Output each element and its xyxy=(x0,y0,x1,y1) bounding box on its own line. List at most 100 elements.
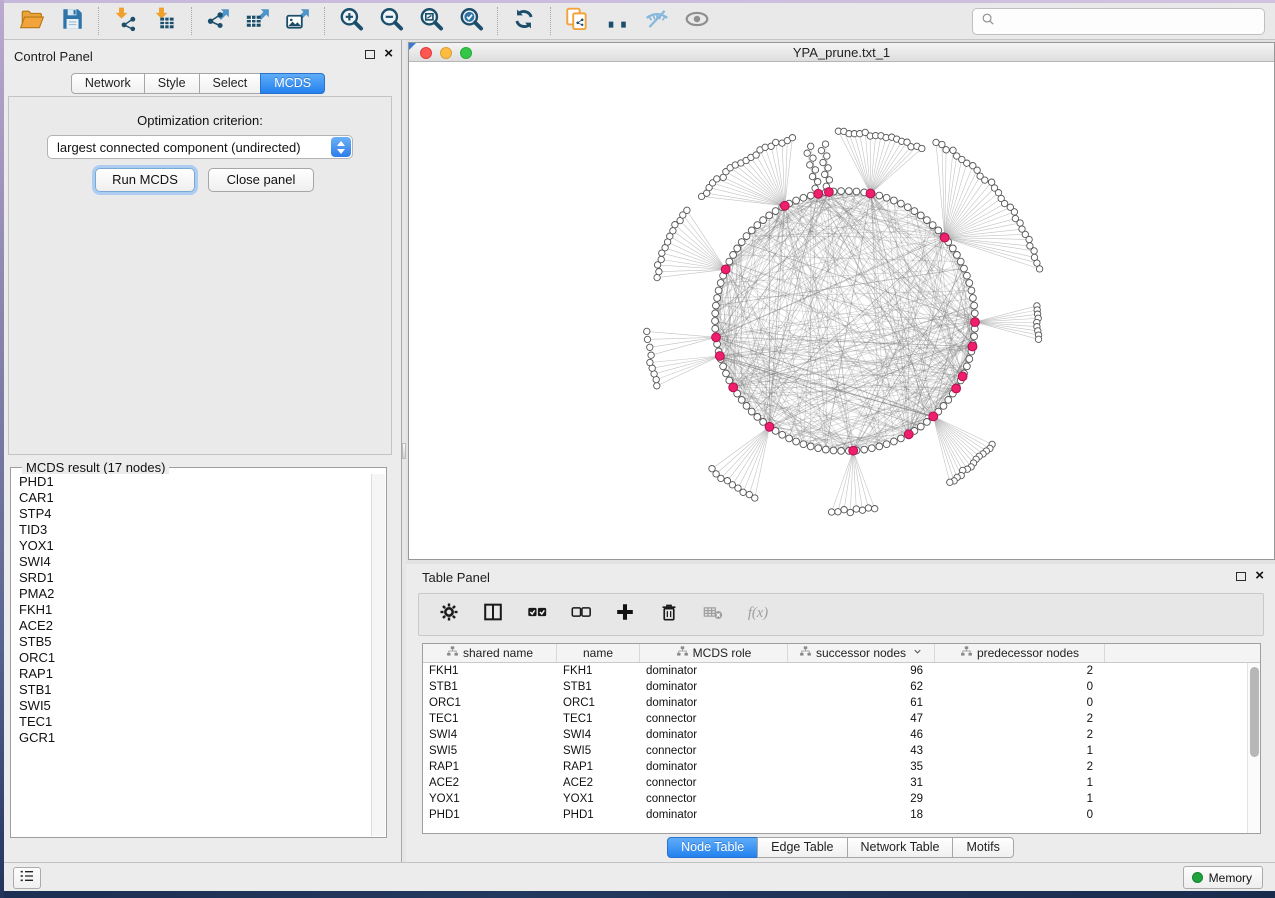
cell-MCDS-role[interactable]: dominator xyxy=(640,727,788,743)
open-button[interactable] xyxy=(15,6,49,36)
result-node-item[interactable]: TEC1 xyxy=(12,714,371,730)
cell-predecessor-nodes[interactable]: 0 xyxy=(935,679,1105,695)
optimization-criterion-select[interactable]: largest connected component (undirected) xyxy=(47,135,353,159)
cell-name[interactable]: FKH1 xyxy=(557,663,640,679)
cell-shared-name[interactable]: SWI5 xyxy=(423,743,557,759)
cell-MCDS-role[interactable]: connector xyxy=(640,743,788,759)
result-scrollbar[interactable] xyxy=(371,474,385,836)
zoom-out-button[interactable] xyxy=(374,6,408,36)
tab-network[interactable]: Network xyxy=(71,73,145,94)
close-icon[interactable]: × xyxy=(384,49,393,59)
cell-successor-nodes[interactable]: 31 xyxy=(788,775,935,791)
cell-name[interactable]: STB1 xyxy=(557,679,640,695)
close-icon[interactable]: × xyxy=(1255,571,1264,581)
close-panel-button[interactable]: Close panel xyxy=(208,168,314,192)
search-box[interactable] xyxy=(972,8,1265,35)
cell-name[interactable]: PHD1 xyxy=(557,807,640,823)
result-node-item[interactable]: FKH1 xyxy=(12,602,371,618)
table-row[interactable]: ORC1ORC1dominator610 xyxy=(423,695,1260,711)
table-row[interactable]: RAP1RAP1dominator352 xyxy=(423,759,1260,775)
result-node-item[interactable]: SWI5 xyxy=(12,698,371,714)
cell-successor-nodes[interactable]: 47 xyxy=(788,711,935,727)
columns-button[interactable] xyxy=(481,603,505,627)
network-window-titlebar[interactable]: YPA_prune.txt_1 xyxy=(409,43,1274,62)
export-image-button[interactable] xyxy=(281,6,315,36)
table-scrollbar[interactable] xyxy=(1247,663,1260,833)
cell-shared-name[interactable]: STB1 xyxy=(423,679,557,695)
table-row[interactable]: FKH1FKH1dominator962 xyxy=(423,663,1260,679)
table-row[interactable]: TEC1TEC1connector472 xyxy=(423,711,1260,727)
select-all-button[interactable] xyxy=(525,603,549,627)
result-node-item[interactable]: STB5 xyxy=(12,634,371,650)
table-row[interactable]: YOX1YOX1connector291 xyxy=(423,791,1260,807)
run-mcds-button[interactable]: Run MCDS xyxy=(95,168,195,192)
cell-successor-nodes[interactable]: 43 xyxy=(788,743,935,759)
cell-MCDS-role[interactable]: dominator xyxy=(640,679,788,695)
result-node-item[interactable]: STB1 xyxy=(12,682,371,698)
cell-predecessor-nodes[interactable]: 0 xyxy=(935,695,1105,711)
automation-panel-button[interactable] xyxy=(13,867,41,889)
cell-shared-name[interactable]: ACE2 xyxy=(423,775,557,791)
zoom-in-button[interactable] xyxy=(334,6,368,36)
result-node-item[interactable]: GCR1 xyxy=(12,730,371,746)
result-node-item[interactable]: PMA2 xyxy=(12,586,371,602)
deselect-all-button[interactable] xyxy=(569,603,593,627)
cell-predecessor-nodes[interactable]: 1 xyxy=(935,743,1105,759)
cell-MCDS-role[interactable]: connector xyxy=(640,791,788,807)
cell-shared-name[interactable]: RAP1 xyxy=(423,759,557,775)
scrollbar-thumb[interactable] xyxy=(1250,667,1259,757)
import-table-button[interactable] xyxy=(148,6,182,36)
cell-successor-nodes[interactable]: 35 xyxy=(788,759,935,775)
cell-predecessor-nodes[interactable]: 1 xyxy=(935,791,1105,807)
float-icon[interactable] xyxy=(365,50,375,59)
cell-MCDS-role[interactable]: dominator xyxy=(640,695,788,711)
search-input[interactable] xyxy=(997,9,1264,34)
cell-successor-nodes[interactable]: 96 xyxy=(788,663,935,679)
cell-name[interactable]: SWI4 xyxy=(557,727,640,743)
cell-successor-nodes[interactable]: 29 xyxy=(788,791,935,807)
cell-MCDS-role[interactable]: dominator xyxy=(640,759,788,775)
cell-name[interactable]: TEC1 xyxy=(557,711,640,727)
cell-shared-name[interactable]: SWI4 xyxy=(423,727,557,743)
column-header-successor-nodes[interactable]: successor nodes xyxy=(788,644,935,662)
cell-MCDS-role[interactable]: connector xyxy=(640,775,788,791)
tab-network-table[interactable]: Network Table xyxy=(847,837,954,858)
cell-shared-name[interactable]: TEC1 xyxy=(423,711,557,727)
cell-successor-nodes[interactable]: 61 xyxy=(788,695,935,711)
refresh-button[interactable] xyxy=(507,6,541,36)
result-node-item[interactable]: YOX1 xyxy=(12,538,371,554)
column-header-name[interactable]: name xyxy=(557,644,640,662)
cell-name[interactable]: SWI5 xyxy=(557,743,640,759)
cell-name[interactable]: RAP1 xyxy=(557,759,640,775)
save-button[interactable] xyxy=(55,6,89,36)
result-node-item[interactable]: STP4 xyxy=(12,506,371,522)
tab-mcds[interactable]: MCDS xyxy=(260,73,325,94)
cell-successor-nodes[interactable]: 18 xyxy=(788,807,935,823)
cell-predecessor-nodes[interactable]: 2 xyxy=(935,759,1105,775)
cell-MCDS-role[interactable]: dominator xyxy=(640,807,788,823)
tab-node-table[interactable]: Node Table xyxy=(667,837,758,858)
table-row[interactable]: SWI4SWI4dominator462 xyxy=(423,727,1260,743)
export-network-button[interactable] xyxy=(201,6,235,36)
table-row[interactable]: PHD1PHD1dominator180 xyxy=(423,807,1260,823)
clone-network-button[interactable] xyxy=(560,6,594,36)
delete-button[interactable] xyxy=(657,603,681,627)
memory-button[interactable]: Memory xyxy=(1183,866,1263,889)
tab-edge-table[interactable]: Edge Table xyxy=(757,837,847,858)
tab-select[interactable]: Select xyxy=(199,73,262,94)
result-node-item[interactable]: SRD1 xyxy=(12,570,371,586)
first-neighbors-button[interactable] xyxy=(600,6,634,36)
cell-predecessor-nodes[interactable]: 2 xyxy=(935,663,1105,679)
gear-button[interactable] xyxy=(437,603,461,627)
export-table-button[interactable] xyxy=(241,6,275,36)
column-header-shared-name[interactable]: shared name xyxy=(423,644,557,662)
cell-successor-nodes[interactable]: 46 xyxy=(788,727,935,743)
cell-shared-name[interactable]: YOX1 xyxy=(423,791,557,807)
hide-selected-button[interactable] xyxy=(640,6,674,36)
table-row[interactable]: SWI5SWI5connector431 xyxy=(423,743,1260,759)
result-node-item[interactable]: RAP1 xyxy=(12,666,371,682)
zoom-fit-button[interactable] xyxy=(414,6,448,36)
cell-name[interactable]: ACE2 xyxy=(557,775,640,791)
cell-successor-nodes[interactable]: 62 xyxy=(788,679,935,695)
cell-predecessor-nodes[interactable]: 1 xyxy=(935,775,1105,791)
